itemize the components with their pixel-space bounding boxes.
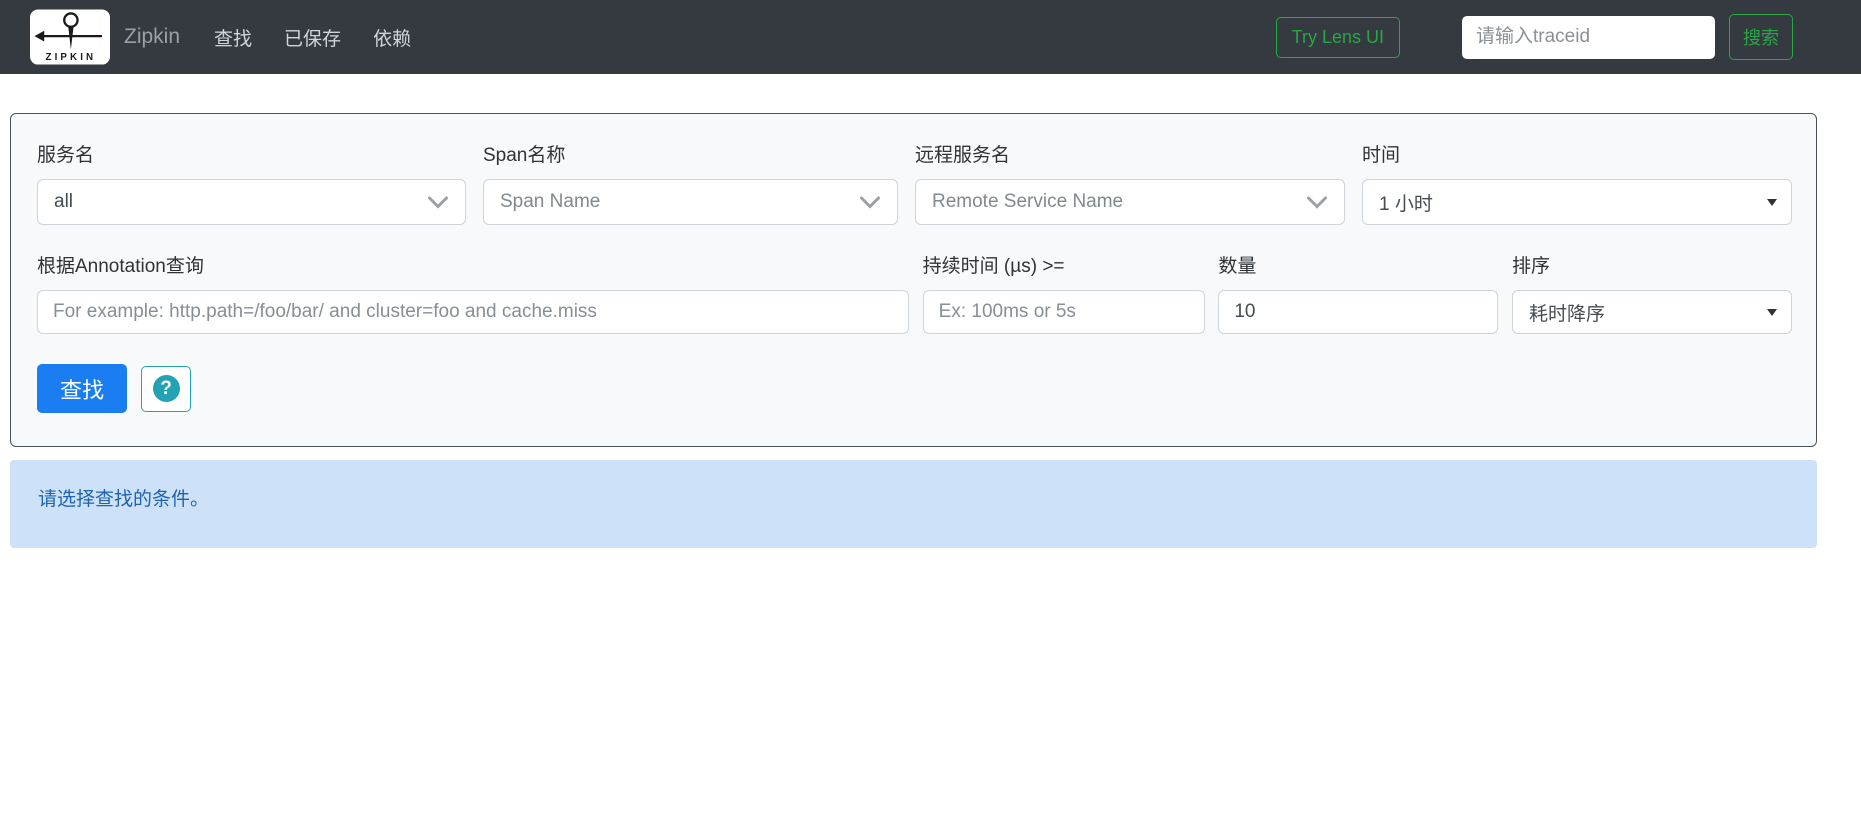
remote-service-label: 远程服务名 — [915, 145, 1011, 166]
annotation-input[interactable] — [37, 290, 909, 334]
span-name-label: Span名称 — [483, 145, 566, 166]
form-row-3: 查找 ? — [37, 364, 1792, 413]
lookback-field: 时间 1 小时 — [1362, 140, 1792, 225]
chevron-down-icon — [1307, 196, 1327, 209]
chevron-down-icon — [860, 196, 880, 209]
main-content: 服务名 all Span名称 Span Name 远程服务名 Remote Se… — [0, 113, 1861, 548]
zipkin-logo-icon: ZIPKIN — [30, 9, 110, 65]
alert-message: 请选择查找的条件。 — [38, 489, 210, 510]
limit-input[interactable] — [1218, 290, 1499, 334]
form-row-2: 根据Annotation查询 持续时间 (µs) >= 数量 排序 耗时降序 — [37, 251, 1792, 334]
limit-field: 数量 — [1218, 251, 1499, 334]
remote-service-field: 远程服务名 Remote Service Name — [915, 140, 1345, 225]
duration-input[interactable] — [922, 290, 1205, 334]
zipkin-logo-text: ZIPKIN — [46, 52, 97, 63]
traceid-input[interactable] — [1462, 15, 1715, 59]
sort-select[interactable]: 耗时降序 — [1511, 290, 1792, 334]
zipkin-logo[interactable]: ZIPKIN — [30, 9, 110, 65]
sort-field: 排序 耗时降序 — [1511, 251, 1792, 334]
duration-label: 持续时间 (µs) >= — [922, 256, 1065, 277]
nav-links: 查找 已保存 依赖 — [214, 24, 411, 51]
search-form-card: 服务名 all Span名称 Span Name 远程服务名 Remote Se… — [10, 113, 1817, 447]
span-name-select[interactable]: Span Name — [483, 179, 898, 225]
nav-link-saved[interactable]: 已保存 — [284, 24, 341, 51]
try-lens-ui-button[interactable]: Try Lens UI — [1275, 16, 1400, 58]
navbar-search-button[interactable]: 搜索 — [1729, 14, 1793, 60]
brand-title[interactable]: Zipkin — [124, 25, 180, 49]
navbar: ZIPKIN Zipkin 查找 已保存 依赖 Try Lens UI 搜索 — [0, 0, 1861, 74]
span-name-field: Span名称 Span Name — [483, 140, 898, 225]
help-button[interactable]: ? — [141, 365, 191, 412]
nav-link-dependencies[interactable]: 依赖 — [373, 24, 411, 51]
chevron-down-icon — [428, 196, 448, 209]
question-mark-icon: ? — [152, 375, 180, 402]
sort-value: 耗时降序 — [1528, 303, 1605, 325]
sort-label: 排序 — [1511, 256, 1550, 277]
service-name-label: 服务名 — [37, 145, 95, 166]
service-name-field: 服务名 all — [37, 140, 466, 225]
service-name-value: all — [54, 191, 74, 212]
dropdown-arrow-icon — [1767, 198, 1777, 206]
remote-service-select[interactable]: Remote Service Name — [915, 179, 1345, 225]
info-alert: 请选择查找的条件。 — [10, 460, 1817, 548]
dropdown-arrow-icon — [1766, 308, 1777, 316]
find-button[interactable]: 查找 — [37, 364, 127, 413]
lookback-select[interactable]: 1 小时 — [1362, 179, 1792, 225]
annotation-label: 根据Annotation查询 — [37, 256, 204, 277]
remote-service-placeholder: Remote Service Name — [932, 191, 1124, 212]
nav-link-find[interactable]: 查找 — [214, 24, 252, 51]
lookback-label: 时间 — [1362, 145, 1401, 166]
form-row-1: 服务名 all Span名称 Span Name 远程服务名 Remote Se… — [37, 140, 1792, 225]
duration-field: 持续时间 (µs) >= — [922, 251, 1205, 334]
span-name-placeholder: Span Name — [500, 191, 601, 212]
limit-label: 数量 — [1218, 256, 1257, 277]
service-name-select[interactable]: all — [37, 179, 466, 225]
lookback-value: 1 小时 — [1379, 193, 1433, 215]
annotation-field: 根据Annotation查询 — [37, 251, 909, 334]
